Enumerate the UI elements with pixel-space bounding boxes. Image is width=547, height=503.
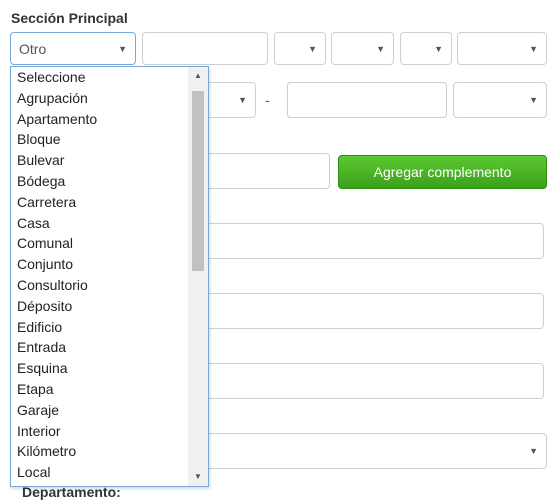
dropdown-option[interactable]: Esquina xyxy=(11,358,187,379)
chevron-down-icon: ▼ xyxy=(118,43,127,54)
dropdown-option[interactable]: Consultorio xyxy=(11,275,187,296)
dropdown-option[interactable]: Bulevar xyxy=(11,150,187,171)
via-number-input[interactable] xyxy=(142,32,268,65)
letter-select-1[interactable]: ▼ xyxy=(274,32,326,65)
dropdown-option[interactable]: Edificio xyxy=(11,317,187,338)
plate-number-input[interactable] xyxy=(287,82,447,118)
dropdown-option[interactable]: Déposito xyxy=(11,296,187,317)
dropdown-option[interactable]: Interior xyxy=(11,421,187,442)
dash-separator: - xyxy=(265,92,270,108)
section-title: Sección Principal xyxy=(11,10,128,26)
dropdown-scrollbar[interactable]: ▲ ▼ xyxy=(188,67,208,486)
letter-select-2[interactable]: ▼ xyxy=(400,32,452,65)
dropdown-option[interactable]: Casa xyxy=(11,213,187,234)
dropdown-option[interactable]: Agrupación xyxy=(11,88,187,109)
secondary-cardinal-select[interactable]: ▼ xyxy=(453,82,547,118)
dropdown-option[interactable]: Comunal xyxy=(11,233,187,254)
dropdown-option[interactable]: Local xyxy=(11,462,187,483)
chevron-down-icon: ▼ xyxy=(529,43,538,54)
dropdown-option[interactable]: Kilómetro xyxy=(11,441,187,462)
bis-select[interactable]: ▼ xyxy=(331,32,394,65)
via-type-select[interactable]: Otro ▼ xyxy=(10,32,136,65)
via-type-dropdown-list[interactable]: Seleccione Agrupación Apartamento Bloque… xyxy=(10,66,209,487)
triangle-down-icon[interactable]: ▼ xyxy=(188,470,208,484)
dropdown-option[interactable]: Seleccione xyxy=(11,67,187,88)
triangle-up-icon[interactable]: ▲ xyxy=(188,69,208,83)
dropdown-option[interactable]: Conjunto xyxy=(11,254,187,275)
add-complement-button[interactable]: Agregar complemento xyxy=(338,155,547,189)
dropdown-option[interactable]: Bloque xyxy=(11,129,187,150)
cardinal-select[interactable]: ▼ xyxy=(457,32,547,65)
dropdown-option[interactable]: Entrada xyxy=(11,337,187,358)
chevron-down-icon: ▼ xyxy=(376,43,385,54)
chevron-down-icon: ▼ xyxy=(529,446,538,456)
chevron-down-icon: ▼ xyxy=(238,95,247,105)
dropdown-option[interactable]: Etapa xyxy=(11,379,187,400)
chevron-down-icon: ▼ xyxy=(434,43,443,54)
dropdown-options: Seleccione Agrupación Apartamento Bloque… xyxy=(11,67,187,483)
chevron-down-icon: ▼ xyxy=(529,95,538,105)
scrollbar-thumb[interactable] xyxy=(192,91,204,271)
dropdown-option[interactable]: Apartamento xyxy=(11,109,187,130)
dropdown-option[interactable]: Garaje xyxy=(11,400,187,421)
via-type-value: Otro xyxy=(19,40,47,57)
chevron-down-icon: ▼ xyxy=(308,43,317,54)
dropdown-option[interactable]: Carretera xyxy=(11,192,187,213)
dropdown-option[interactable]: Bódega xyxy=(11,171,187,192)
